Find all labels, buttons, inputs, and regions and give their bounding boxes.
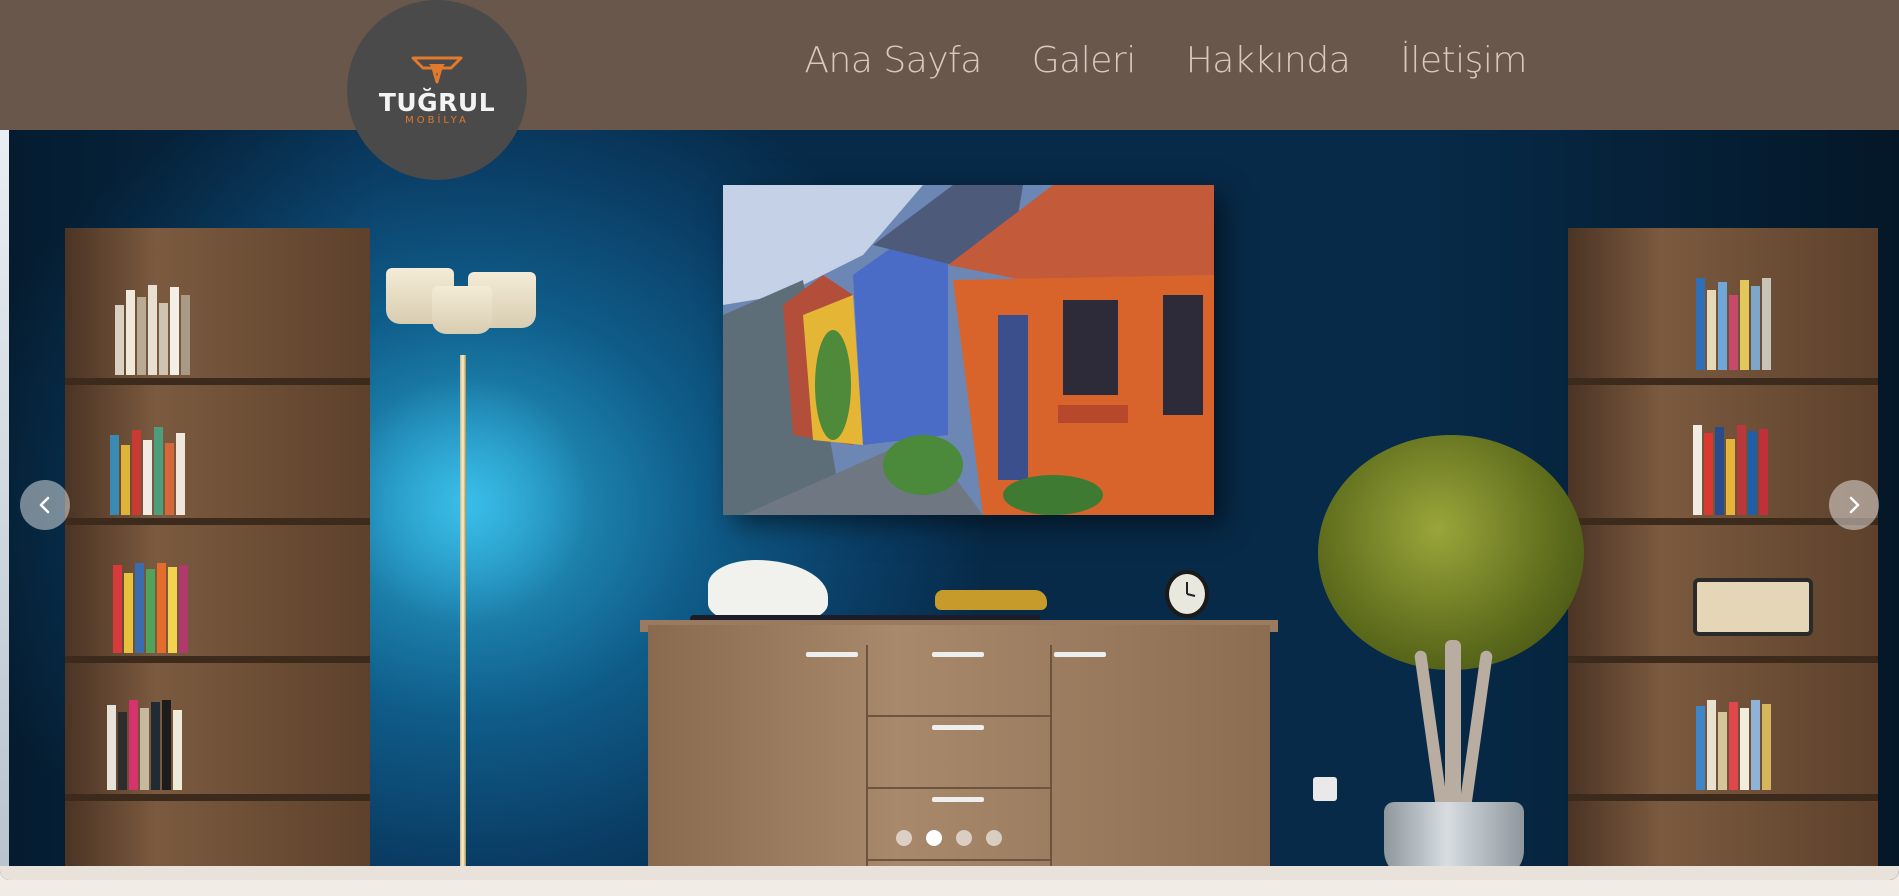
nav-link-ana-sayfa[interactable]: Ana Sayfa [804, 40, 982, 81]
slider-dot[interactable] [896, 830, 912, 846]
nav-link-hakkinda[interactable]: Hakkında [1186, 40, 1351, 81]
slider-dot[interactable] [926, 830, 942, 846]
bull-horns-icon [411, 56, 463, 84]
chevron-right-icon [1849, 496, 1860, 514]
clock-decor [1165, 570, 1209, 618]
logo-name: TUĞRUL [378, 88, 496, 117]
slider-next-button[interactable] [1829, 480, 1879, 530]
wall-painting [723, 185, 1214, 515]
main-nav: Ana Sayfa Galeri Hakkında İletişim [804, 40, 1527, 81]
hero-slider [0, 130, 1899, 880]
site-header: Ana Sayfa Galeri Hakkında İletişim [0, 0, 1899, 130]
logo-subtitle: MOBİLYA [405, 115, 469, 126]
slider-indicators [896, 830, 1002, 846]
chevron-left-icon [39, 496, 50, 514]
floor-lamp [460, 355, 466, 880]
left-bookshelf [65, 228, 370, 880]
slider-prev-button[interactable] [20, 480, 70, 530]
site-logo[interactable]: TUĞRUL MOBİLYA [347, 0, 527, 180]
slider-dot[interactable] [986, 830, 1002, 846]
nav-link-iletisim[interactable]: İletişim [1400, 40, 1527, 81]
bonsai-plant [1318, 435, 1584, 670]
slider-dot[interactable] [956, 830, 972, 846]
right-bookshelf [1568, 228, 1878, 880]
nav-link-galeri[interactable]: Galeri [1032, 40, 1136, 81]
